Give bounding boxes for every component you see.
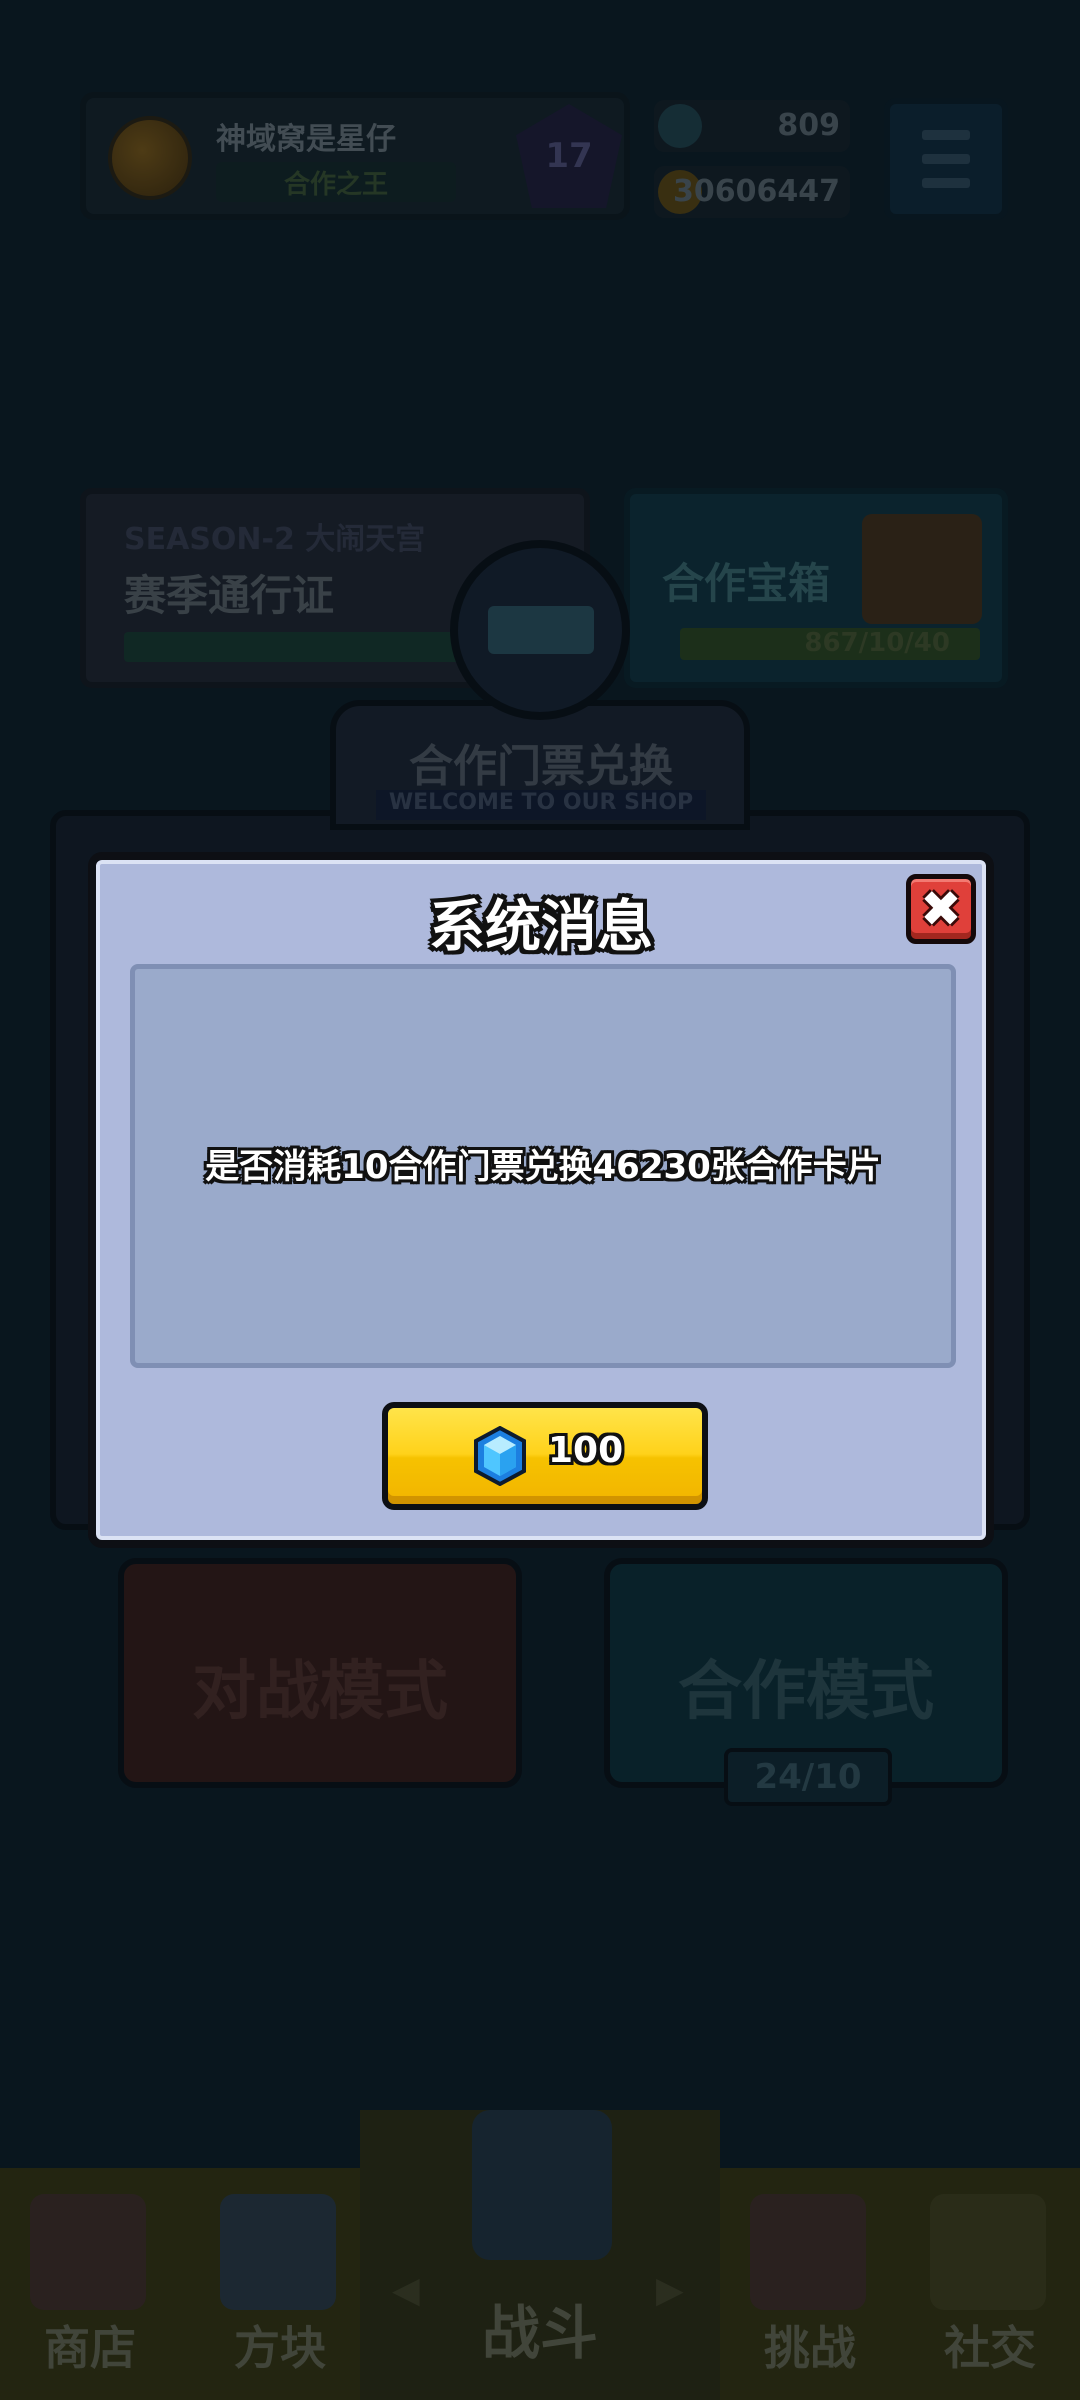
system-message-dialog: 系统消息 ✖ 是否消耗10合作门票兑换46230张合作卡片 100: [88, 852, 994, 1548]
player-profile-card[interactable]: 神域窝是星仔 合作之王 17: [80, 92, 630, 220]
chest-title: 合作宝箱: [662, 559, 831, 608]
battle-mode-label: 对战模式: [192, 1655, 448, 1729]
dialog-title: 系统消息: [429, 895, 653, 960]
gem-currency-icon: [658, 104, 702, 148]
gem-currency: 809: [654, 100, 850, 152]
shop-title: 合作门票兑换: [409, 741, 673, 792]
message-box: 是否消耗10合作门票兑换46230张合作卡片: [130, 964, 956, 1368]
coop-chest-card[interactable]: 合作宝箱 867/10/40: [624, 488, 1008, 688]
shop-subtitle: WELCOME TO OUR SHOP: [376, 790, 706, 820]
ticket-emblem: [450, 540, 630, 720]
battle-icon: [472, 2110, 612, 2260]
nav-item-blocks[interactable]: 方块: [190, 2168, 370, 2400]
close-icon: ✖: [920, 880, 962, 938]
chest-progress-bar: 867/10/40: [680, 628, 980, 660]
coop-mode-count: 24/10: [724, 1748, 892, 1806]
nav-item-challenge[interactable]: 挑战: [720, 2168, 900, 2400]
menu-button[interactable]: [884, 98, 1008, 220]
nav-item-social[interactable]: 社交: [900, 2168, 1080, 2400]
coin-currency: 30606447: [654, 166, 850, 218]
coin-count: 30606447: [673, 174, 840, 209]
season-title: 赛季通行证: [124, 571, 335, 620]
blocks-icon: [220, 2194, 336, 2310]
nav-right-arrow-icon[interactable]: ▶: [656, 2270, 684, 2311]
gem-icon: [474, 1426, 526, 1486]
nav-challenge-label: 挑战: [764, 2321, 856, 2375]
rank-badge: 17: [516, 104, 622, 208]
shop-icon: [30, 2194, 146, 2310]
challenge-icon: [750, 2194, 866, 2310]
nav-left-arrow-icon[interactable]: ◀: [392, 2270, 420, 2311]
chest-progress-value: 867/10/40: [804, 628, 950, 658]
player-title-badge: 合作之王: [216, 162, 456, 202]
menu-icon: [922, 130, 970, 140]
player-name: 神域窝是星仔: [216, 122, 396, 157]
coop-mode-label: 合作模式: [678, 1655, 934, 1729]
player-avatar: [108, 116, 192, 200]
rank-number: 17: [545, 136, 593, 176]
nav-blocks-label: 方块: [234, 2321, 326, 2375]
social-icon: [930, 2194, 1046, 2310]
ticket-icon: [488, 606, 594, 654]
battle-mode-button[interactable]: 对战模式: [118, 1558, 522, 1788]
dialog-message: 是否消耗10合作门票兑换46230张合作卡片: [205, 1147, 881, 1187]
season-subtitle: SEASON-2 大闹天宫: [124, 522, 426, 557]
player-title: 合作之王: [283, 170, 388, 200]
gem-count: 809: [777, 108, 840, 143]
confirm-cost-value: 100: [548, 1430, 624, 1471]
close-button[interactable]: ✖: [906, 874, 976, 944]
nav-item-battle[interactable]: 战斗: [360, 2110, 720, 2400]
chest-icon: [862, 514, 982, 624]
nav-shop-label: 商店: [44, 2321, 136, 2375]
nav-item-shop[interactable]: 商店: [0, 2168, 180, 2400]
confirm-exchange-button[interactable]: 100: [382, 1402, 708, 1510]
nav-social-label: 社交: [944, 2321, 1036, 2375]
